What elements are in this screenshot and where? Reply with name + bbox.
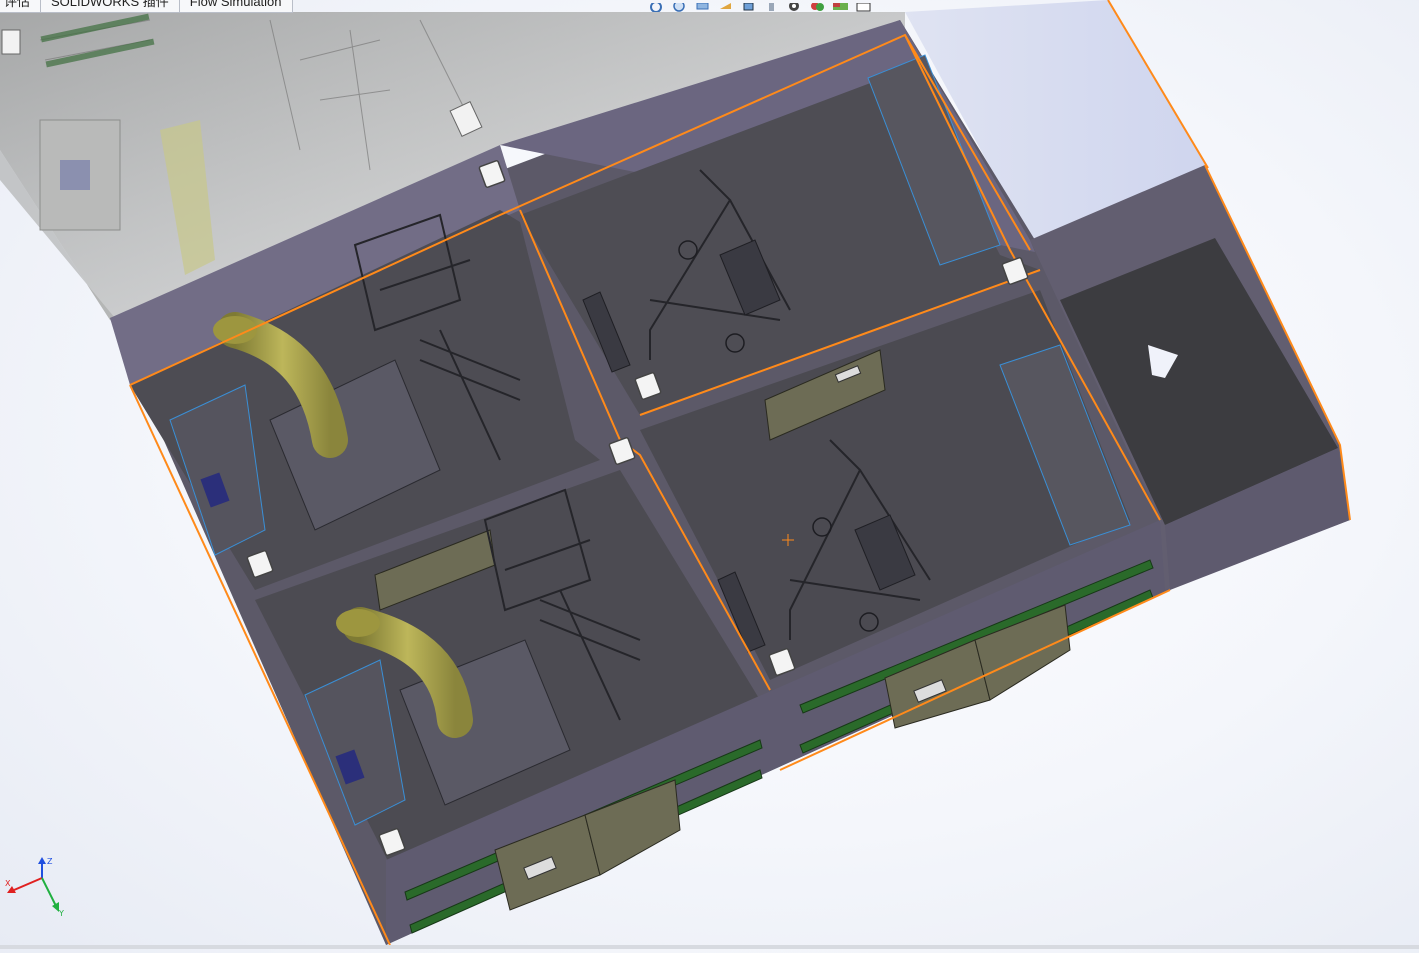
command-manager-tabs: 评估 SOLIDWORKS 插件 Flow Simulation: [0, 0, 293, 13]
heads-up-view-toolbar: [648, 0, 872, 12]
reference-triad: Z X Y: [5, 857, 64, 918]
graphics-area[interactable]: 评估 SOLIDWORKS 插件 Flow Simulation Z X Y: [0, 0, 1419, 949]
view-settings-icon[interactable]: [855, 0, 872, 12]
apply-scene-icon[interactable]: [832, 0, 849, 12]
view-orientation-icon[interactable]: [740, 0, 757, 12]
zoom-to-fit-icon[interactable]: [648, 0, 665, 12]
tab-solidworks-addins[interactable]: SOLIDWORKS 插件: [41, 0, 180, 12]
svg-text:Z: Z: [47, 857, 53, 866]
hide-show-icon[interactable]: [786, 0, 803, 12]
zoom-area-icon[interactable]: [671, 0, 688, 12]
x-axis: [13, 877, 43, 891]
tab-flow-simulation[interactable]: Flow Simulation: [179, 0, 293, 12]
tab-evaluate[interactable]: 评估: [0, 0, 42, 12]
svg-text:Y: Y: [58, 909, 64, 918]
status-bar: [0, 945, 1419, 949]
svg-text:X: X: [5, 879, 11, 888]
section-view-icon[interactable]: [717, 0, 734, 12]
previous-view-icon[interactable]: [694, 0, 711, 12]
model-view[interactable]: [0, 0, 1419, 949]
edit-appearance-icon[interactable]: [809, 0, 826, 12]
display-style-icon[interactable]: [763, 0, 780, 12]
y-axis: [41, 877, 57, 907]
